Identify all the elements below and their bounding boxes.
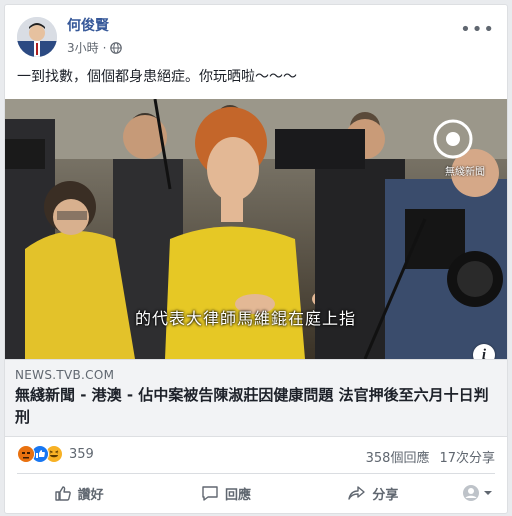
comment-button[interactable]: 回應 [152,477,299,509]
comment-count[interactable]: 358個回應 [366,447,430,466]
comment-icon [202,486,218,501]
profile-avatar-icon [462,485,479,501]
post-timestamp[interactable]: 3小時 [67,39,99,56]
share-icon [348,486,366,500]
like-label: 讚好 [77,487,104,503]
reaction-count[interactable]: 359 [69,447,94,462]
reaction-summary[interactable]: 359 [17,445,94,463]
video-watermark: 無綫新聞 [445,167,485,178]
post-text: 一到找數，個個都身患絕症。你玩晒啦～～～ [17,69,297,85]
tvb-logo-icon [433,119,473,159]
video-thumbnail[interactable]: 無綫新聞 的代表大律師馬維錕在庭上指 i [5,99,507,359]
link-title[interactable]: 無綫新聞 - 港澳 - 佔中案被告陳淑莊因健康問題 法官押後至六月十日判刑 [15,384,495,428]
engagement-counts: 358個回應 17次分享 [366,447,495,466]
share-button[interactable]: 分享 [300,477,447,509]
video-subtitle: 的代表大律師馬維錕在庭上指 [135,309,357,328]
divider [17,473,495,474]
angry-icon [17,445,35,463]
action-bar: 讚好 回應 分享 [5,477,507,509]
author-avatar[interactable] [17,17,57,57]
share-count[interactable]: 17次分享 [439,447,495,466]
post-card: 何俊賢 3小時 · ••• 一到找數，個個都身患絕症。你玩晒啦～～～ 無綫新聞 … [4,4,508,514]
comment-label: 回應 [224,487,251,503]
chevron-down-icon [483,491,492,495]
thumbs-up-icon [54,486,71,501]
author-name[interactable]: 何俊賢 [67,17,109,35]
link-preview[interactable]: NEWS.TVB.COM 無綫新聞 - 港澳 - 佔中案被告陳淑莊因健康問題 法… [5,359,507,437]
post-meta: 3小時 · [67,39,123,56]
info-icon[interactable]: i [473,344,495,359]
more-options-icon[interactable]: ••• [460,19,495,40]
globe-icon[interactable] [110,41,123,54]
share-label: 分享 [372,487,399,503]
link-domain: NEWS.TVB.COM [15,368,115,382]
meta-dot: · [102,40,107,55]
like-button[interactable]: 讚好 [5,477,152,509]
post-as-selector[interactable] [447,484,507,502]
